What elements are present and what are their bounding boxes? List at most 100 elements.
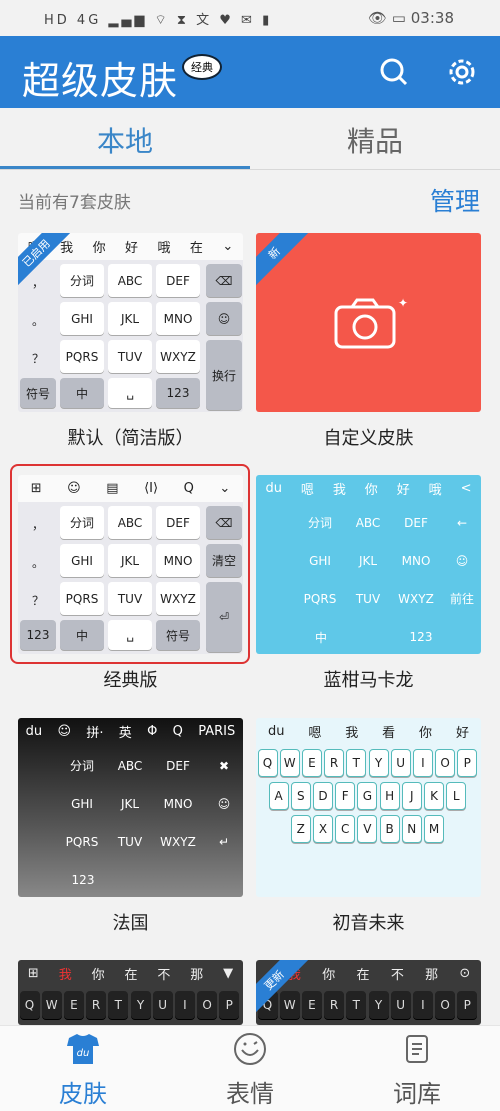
candidate-item[interactable]: 嗯 (308, 722, 321, 741)
candidate-item[interactable]: 我 (333, 479, 346, 498)
skin-card[interactable]: ⊞ 我 你在 不 那 ▼ Q W E R T Y U I O P (18, 960, 243, 1025)
key[interactable]: X (313, 815, 333, 843)
key[interactable]: B (379, 815, 400, 843)
skin-card[interactable]: du ☺ 拼· 英 Φ Q PARIS 分词 ABC DEF GHI JKL MNO PQRS TUV WXY… (18, 718, 243, 897)
key[interactable]: I (174, 991, 195, 1019)
candidate-item[interactable]: PARIS (198, 724, 235, 739)
key[interactable]: P (457, 991, 478, 1019)
key[interactable]: U (152, 991, 173, 1019)
skin-name[interactable]: 蓝柑马卡龙 (256, 666, 481, 692)
skin-name[interactable]: 自定义皮肤 (256, 424, 481, 450)
key[interactable]: O (435, 991, 456, 1019)
tab-local[interactable]: 本地 (0, 120, 250, 160)
gear-icon[interactable] (446, 56, 478, 88)
key[interactable]: P (219, 991, 240, 1019)
candidate-item[interactable]: 哦 (157, 237, 170, 256)
skin-name[interactable]: 法国 (18, 909, 243, 935)
candidate-item[interactable]: 好 (456, 722, 469, 741)
candidate-item[interactable]: 不 (391, 964, 404, 983)
candidate-item[interactable]: 那 (425, 964, 438, 983)
key[interactable]: 分词 (60, 264, 104, 297)
key[interactable]: Y (368, 749, 389, 777)
skin-card[interactable]: du 嗯我你好哦 < 分词 ABC DEF GHI JKL MNO PQRS TUV WXYZ ← ☺ 前往… (256, 475, 481, 654)
key[interactable]: ABC (108, 264, 152, 297)
candidate-item[interactable]: Q (173, 724, 183, 739)
key[interactable]: GHI (60, 787, 104, 820)
key[interactable]: ☺ (206, 302, 242, 335)
key[interactable]: PQRS (60, 340, 104, 373)
candidate-item[interactable]: 在 (124, 964, 137, 983)
key[interactable]: C (335, 815, 356, 843)
candidate-item[interactable]: 拼· (86, 722, 103, 741)
candidate-item[interactable]: 那 (190, 964, 203, 983)
candidate-item[interactable]: ☺ (57, 724, 71, 739)
key[interactable]: 分词 (60, 749, 104, 782)
key[interactable]: E (301, 991, 322, 1019)
key[interactable]: ？ (20, 341, 56, 375)
key[interactable]: TUV (108, 340, 152, 373)
key[interactable]: U (390, 991, 411, 1019)
key[interactable]: V (357, 815, 378, 843)
key[interactable]: GHI (298, 544, 342, 577)
key[interactable]: W (279, 991, 300, 1019)
candidate-item[interactable]: 你 (322, 964, 335, 983)
key[interactable]: G (357, 782, 378, 810)
key[interactable]: MNO (394, 544, 438, 577)
key[interactable]: WXYZ (394, 582, 438, 615)
candidate-item[interactable]: 英 (119, 722, 132, 741)
key[interactable]: DEF (394, 506, 438, 539)
key[interactable]: I (412, 991, 433, 1019)
key[interactable]: ABC (108, 749, 152, 782)
key[interactable]: ✖ (206, 749, 242, 782)
key[interactable]: Q (19, 991, 40, 1019)
key[interactable]: P (457, 749, 478, 777)
candidate-item[interactable]: 我 (345, 722, 358, 741)
key[interactable]: 123 (396, 624, 446, 650)
candidate-item[interactable]: 你 (93, 237, 106, 256)
key[interactable]: J (401, 782, 422, 810)
key[interactable]: A (268, 782, 289, 810)
candidate-item[interactable]: 我 (59, 964, 72, 983)
key[interactable]: R (86, 991, 107, 1019)
key[interactable]: PQRS (60, 825, 104, 858)
nav-skins[interactable]: du 皮肤 (0, 1032, 166, 1109)
manage-button[interactable]: 管理 (430, 182, 480, 218)
candidate-item[interactable]: 好 (397, 479, 410, 498)
key[interactable]: F (335, 782, 356, 810)
candidate-item[interactable]: du (26, 724, 43, 739)
key[interactable]: TUV (346, 582, 390, 615)
candidate-item[interactable]: ⊞ (28, 966, 39, 981)
key[interactable]: JKL (108, 302, 152, 335)
key[interactable]: ␣ (108, 378, 152, 408)
key[interactable]: W (41, 991, 62, 1019)
key[interactable]: H (379, 782, 400, 810)
key[interactable]: R (324, 749, 345, 777)
skin-name[interactable]: 默认（简洁版） (18, 424, 243, 450)
key[interactable]: T (346, 991, 367, 1019)
key[interactable]: Z (290, 815, 311, 843)
skin-name[interactable]: 初音未来 (256, 909, 481, 935)
key[interactable]: Q (257, 749, 278, 777)
skin-card[interactable]: 我你在不那 ⊙ Q W E R T Y U I O P 更新 (256, 960, 481, 1025)
key[interactable]: L (446, 782, 467, 810)
candidate-item[interactable]: 看 (382, 722, 395, 741)
candidate-item[interactable]: < (461, 481, 472, 496)
key[interactable]: I (412, 749, 433, 777)
key[interactable]: PQRS (298, 582, 342, 615)
candidate-item[interactable]: du (268, 724, 285, 739)
candidate-item[interactable]: 你 (92, 964, 105, 983)
candidate-item[interactable]: 好 (125, 237, 138, 256)
candidate-item[interactable]: Φ (147, 724, 157, 739)
key[interactable]: ↵ (206, 825, 242, 858)
nav-dictionary[interactable]: 词库 (334, 1032, 500, 1109)
candidate-item[interactable]: 你 (419, 722, 432, 741)
candidate-item[interactable]: 在 (190, 237, 203, 256)
skin-card[interactable]: du 嗯 我 看 你 好 Q W E R T Y U I O P A S D F G H J K L Z X C V B N M (256, 718, 481, 897)
key[interactable]: E (301, 749, 322, 777)
key[interactable]: GHI (60, 302, 104, 335)
search-icon[interactable] (378, 56, 410, 88)
nav-emoji[interactable]: 表情 (167, 1032, 333, 1109)
key[interactable]: 123 (58, 867, 108, 893)
key[interactable]: ⌫ (206, 264, 242, 297)
key[interactable]: 前往 (444, 582, 480, 615)
